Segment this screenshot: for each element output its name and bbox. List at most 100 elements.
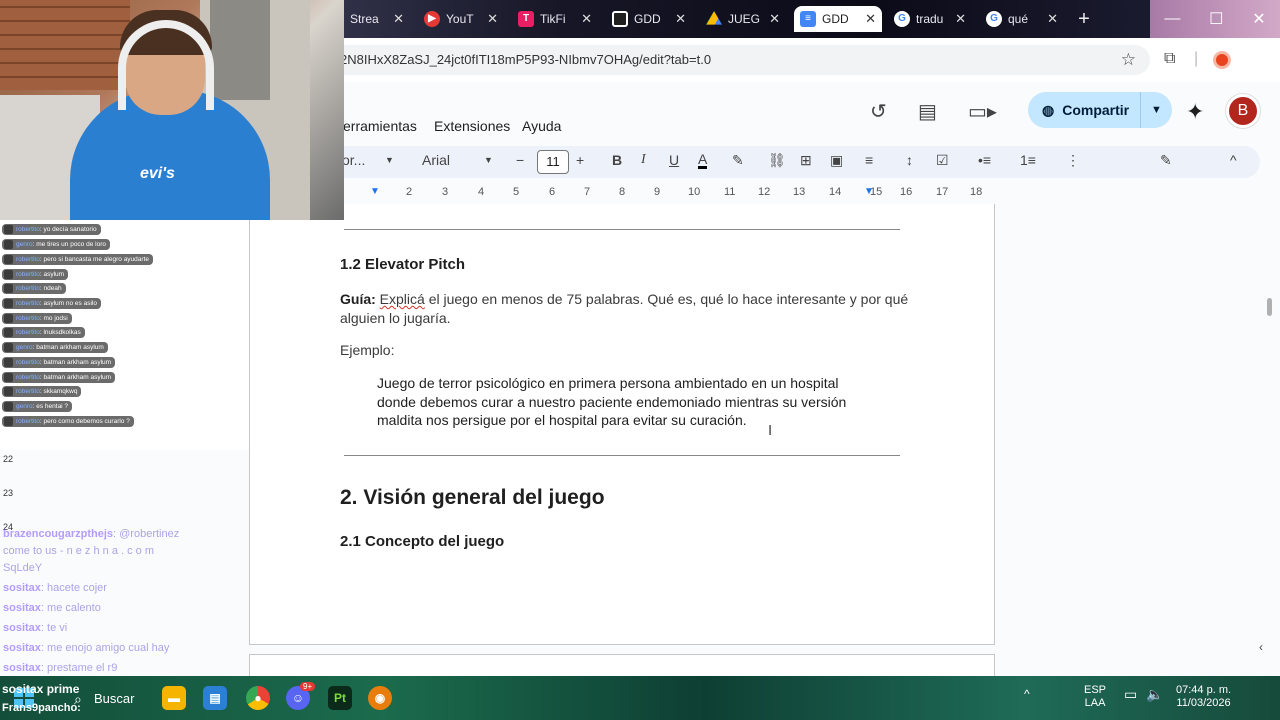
maximize-icon[interactable]: ☐ — [1209, 9, 1223, 29]
chat-message: robertito: yo decía sanatorio — [2, 224, 101, 235]
collapse-menu-icon[interactable]: ^ — [1230, 152, 1237, 168]
tab-stream[interactable]: Strea ✕ — [344, 6, 410, 32]
chevron-down-icon[interactable]: ▼ — [484, 155, 493, 165]
indent-marker-icon[interactable]: ▼ — [370, 186, 380, 197]
close-icon[interactable]: ✕ — [1047, 11, 1058, 27]
font-size-input[interactable]: 11 — [537, 150, 569, 174]
clock[interactable]: 07:44 p. m. 11/03/2026 — [1176, 684, 1231, 710]
tab-que[interactable]: G qué ✕ — [980, 6, 1064, 32]
chevron-down-icon[interactable]: ▼ — [385, 155, 394, 165]
tab-gdd-trello[interactable]: GDD ✕ — [606, 6, 692, 32]
headset-icon — [118, 20, 214, 110]
blender-icon[interactable]: ◉ — [368, 686, 392, 710]
close-icon[interactable]: ✕ — [769, 11, 780, 27]
comments-icon[interactable]: ▤ — [918, 99, 937, 124]
chat-message: robertito: pero como debemos curarlo ? — [2, 416, 134, 427]
language-indicator[interactable]: ESP LAA — [1084, 684, 1106, 710]
new-tab-button[interactable]: + — [1072, 8, 1096, 30]
line-spacing-icon[interactable]: ↕ — [906, 152, 913, 168]
close-icon[interactable]: ✕ — [393, 11, 404, 27]
chat-message: SqLdeY — [3, 562, 43, 574]
ruler-number: 10 — [688, 186, 701, 198]
minimize-icon[interactable]: — — [1164, 10, 1180, 28]
close-icon[interactable]: ✕ — [581, 11, 592, 27]
example-paragraph[interactable]: Juego de terror psicológico en primera p… — [377, 374, 857, 430]
add-comment-icon[interactable]: ⊞ — [800, 152, 812, 169]
avatar[interactable]: B — [1226, 94, 1260, 128]
tab-label: GDD — [822, 12, 849, 26]
more-options-icon[interactable]: ⋮ — [1066, 152, 1080, 169]
close-window-icon[interactable]: ✕ — [1252, 9, 1265, 29]
heading-concepto[interactable]: 2.1 Concepto del juego — [340, 533, 504, 550]
bookmark-star-icon[interactable]: ☆ — [1121, 45, 1136, 75]
tab-juego-drive[interactable]: JUEG ✕ — [700, 6, 786, 32]
share-button[interactable]: ◍ Compartir ▼ — [1028, 92, 1172, 128]
history-icon[interactable]: ↺ — [870, 99, 887, 124]
tab-tikfi[interactable]: T TikFi ✕ — [512, 6, 598, 32]
packet-tracer-icon[interactable]: Pt — [328, 686, 352, 710]
ruler-number: 11 — [724, 186, 736, 198]
ruler-number: 8 — [619, 186, 626, 198]
link-icon[interactable]: ⛓ — [768, 152, 786, 169]
close-icon[interactable]: ✕ — [675, 11, 686, 27]
tab-label: tradu — [916, 12, 944, 26]
tab-tradu[interactable]: G tradu ✕ — [888, 6, 972, 32]
browser-profile-icon[interactable] — [1213, 51, 1231, 69]
shirt-logo: evi's — [140, 165, 175, 182]
decrease-font-icon[interactable]: − — [516, 152, 524, 168]
file-explorer-icon[interactable]: ▬ — [162, 686, 186, 710]
notepad-icon[interactable]: ▤ — [203, 686, 227, 710]
tab-youtube[interactable]: ▶ YouT ✕ — [418, 6, 504, 32]
close-icon[interactable]: ✕ — [955, 11, 966, 27]
scrollbar-thumb[interactable] — [1267, 298, 1272, 316]
ruler-number: 2 — [406, 186, 413, 198]
chat-message: genro: batman arkham asylum — [2, 342, 108, 353]
search-label: Buscar — [94, 691, 135, 706]
increase-font-icon[interactable]: + — [576, 152, 584, 168]
close-icon[interactable]: ✕ — [487, 11, 498, 27]
misspelled-word[interactable]: Explicá — [380, 291, 425, 307]
chat-message: come to us - n e z h n a . c o m — [3, 545, 155, 557]
chrome-icon[interactable]: ● — [246, 686, 270, 710]
heading-elevator-pitch[interactable]: 1.2 Elevator Pitch — [340, 256, 465, 273]
url-input[interactable]: 2N8IHxX8ZaSJ_24jct0fITI18mP5P93-NIbmv7OH… — [330, 45, 1150, 75]
font-select[interactable]: Arial — [422, 152, 450, 168]
expand-panel-icon[interactable]: ‹ — [1259, 640, 1263, 654]
heading-vision-general[interactable]: 2. Visión general del juego — [340, 486, 605, 510]
example-label[interactable]: Ejemplo: — [340, 341, 394, 360]
docs-icon: ≡ — [800, 11, 816, 27]
ruler[interactable]: ▼ 2 3 4 5 6 7 8 9 10 11 12 13 14 ▼ 15 16… — [344, 184, 1000, 202]
bulleted-list-icon[interactable]: •≡ — [978, 152, 991, 168]
guide-label: Guía: — [340, 291, 376, 307]
network-icon[interactable]: ▭ — [1124, 687, 1137, 701]
align-icon[interactable]: ≡ — [865, 152, 873, 168]
menu-ayuda[interactable]: Ayuda — [522, 118, 561, 134]
menu-herramientas[interactable]: erramientas — [343, 118, 417, 134]
menu-extensiones[interactable]: Extensiones — [434, 118, 510, 134]
meet-icon[interactable]: ▭▸ — [968, 99, 997, 124]
close-icon[interactable]: ✕ — [865, 11, 876, 27]
numbered-list-icon[interactable]: 1≡ — [1020, 152, 1036, 168]
tab-gdd-docs[interactable]: ≡ GDD ✕ — [794, 6, 882, 32]
guide-text: el juego en menos de 75 palabras. Qué es… — [340, 291, 909, 326]
checklist-icon[interactable]: ☑ — [936, 152, 949, 169]
text-cursor-icon: I — [768, 422, 773, 439]
guide-paragraph[interactable]: Guía: Explicá el juego en menos de 75 pa… — [340, 290, 910, 327]
highlight-icon[interactable]: ✎ — [732, 152, 744, 169]
insert-image-icon[interactable]: ▣ — [830, 152, 843, 169]
style-select[interactable]: or... — [342, 152, 365, 168]
volume-icon[interactable]: 🔈 — [1146, 687, 1163, 701]
text-color-icon[interactable]: A — [698, 152, 708, 169]
tray-expand-icon[interactable]: ^ — [1024, 688, 1030, 701]
underline-icon[interactable]: U — [669, 152, 679, 168]
chat-message: sositax: te vi — [3, 622, 68, 634]
share-dropdown-icon[interactable]: ▼ — [1140, 92, 1172, 128]
editing-mode-icon[interactable]: ✎ — [1160, 152, 1172, 169]
gemini-icon[interactable]: ✦ — [1186, 99, 1204, 125]
google-icon: G — [894, 11, 910, 27]
ruler-mark: 23 — [3, 488, 14, 498]
extensions-icon[interactable]: ⧉ — [1164, 50, 1175, 68]
italic-icon[interactable]: I — [641, 152, 646, 168]
bold-icon[interactable]: B — [612, 152, 622, 168]
language-code: ESP — [1084, 684, 1107, 696]
